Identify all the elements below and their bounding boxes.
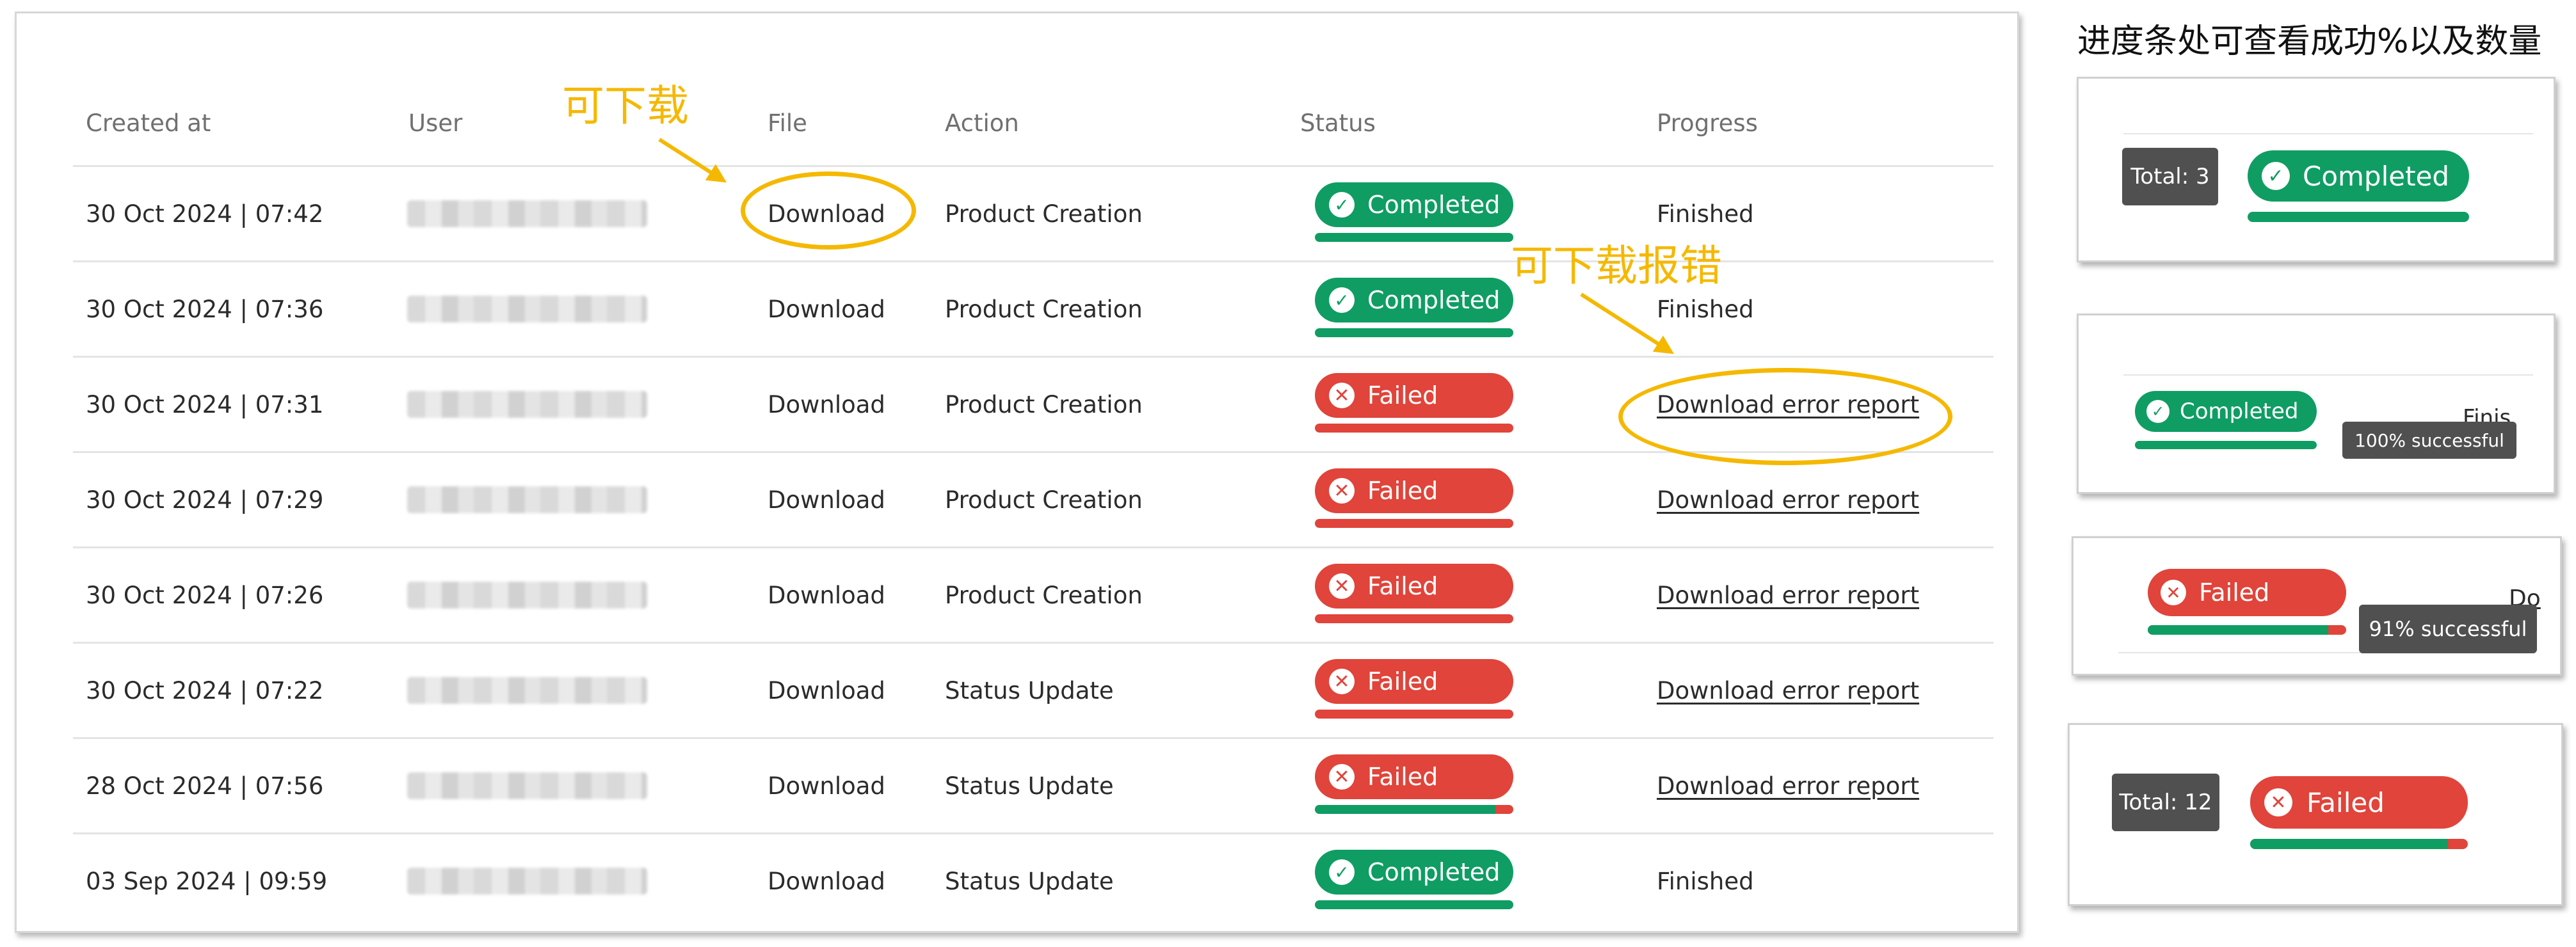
annotation-circle-download (741, 171, 916, 250)
progress-bar (2250, 839, 2468, 849)
status-badge-label: Failed (2199, 578, 2270, 607)
example-card-failed-total: Total: 12 ✕ Failed (2068, 723, 2563, 906)
progress-bar-fill (2148, 625, 2329, 635)
x-circle-icon: ✕ (2161, 580, 2186, 605)
status-badge-label: Failed (2306, 786, 2385, 818)
example-card-failed-hover: ✕ Failed Do 91% successful (2072, 536, 2562, 676)
x-circle-icon: ✕ (2264, 788, 2292, 816)
success-tooltip: 91% successful (2359, 605, 2537, 653)
example-card-completed-hover: ✓ Completed Finis 100% successful (2077, 314, 2556, 494)
progress-bar (2135, 441, 2317, 449)
example-card-completed-total: Total: 3 ✓ Completed (2077, 77, 2556, 262)
status-badge: ✓ Completed (2248, 150, 2469, 202)
progress-bar-fill (2248, 212, 2469, 222)
check-circle-icon: ✓ (2146, 400, 2169, 423)
note-title: 进度条处可查看成功%以及数量 (2077, 22, 2542, 61)
annotation-arrow-error-report (1580, 292, 1675, 354)
total-tooltip: Total: 3 (2122, 148, 2218, 205)
progress-bar (2248, 212, 2469, 222)
status-badge: ✕ Failed (2250, 776, 2468, 829)
check-circle-icon: ✓ (2262, 162, 2290, 190)
status-badge: ✓ Completed (2135, 391, 2317, 432)
status-badge-label: Completed (2180, 399, 2299, 424)
row-divider (2123, 374, 2533, 376)
progress-bar-fill (2250, 839, 2449, 849)
progress-bar-fill (2135, 441, 2317, 449)
progress-bar (2148, 625, 2346, 635)
total-tooltip: Total: 12 (2112, 774, 2219, 831)
row-divider (2123, 133, 2533, 134)
annotation-circle-error-report (1618, 368, 1952, 465)
success-tooltip: 100% successful (2342, 422, 2516, 459)
status-badge-label: Completed (2303, 160, 2450, 192)
annotation-arrow-download (658, 138, 727, 183)
status-badge: ✕ Failed (2148, 569, 2346, 616)
